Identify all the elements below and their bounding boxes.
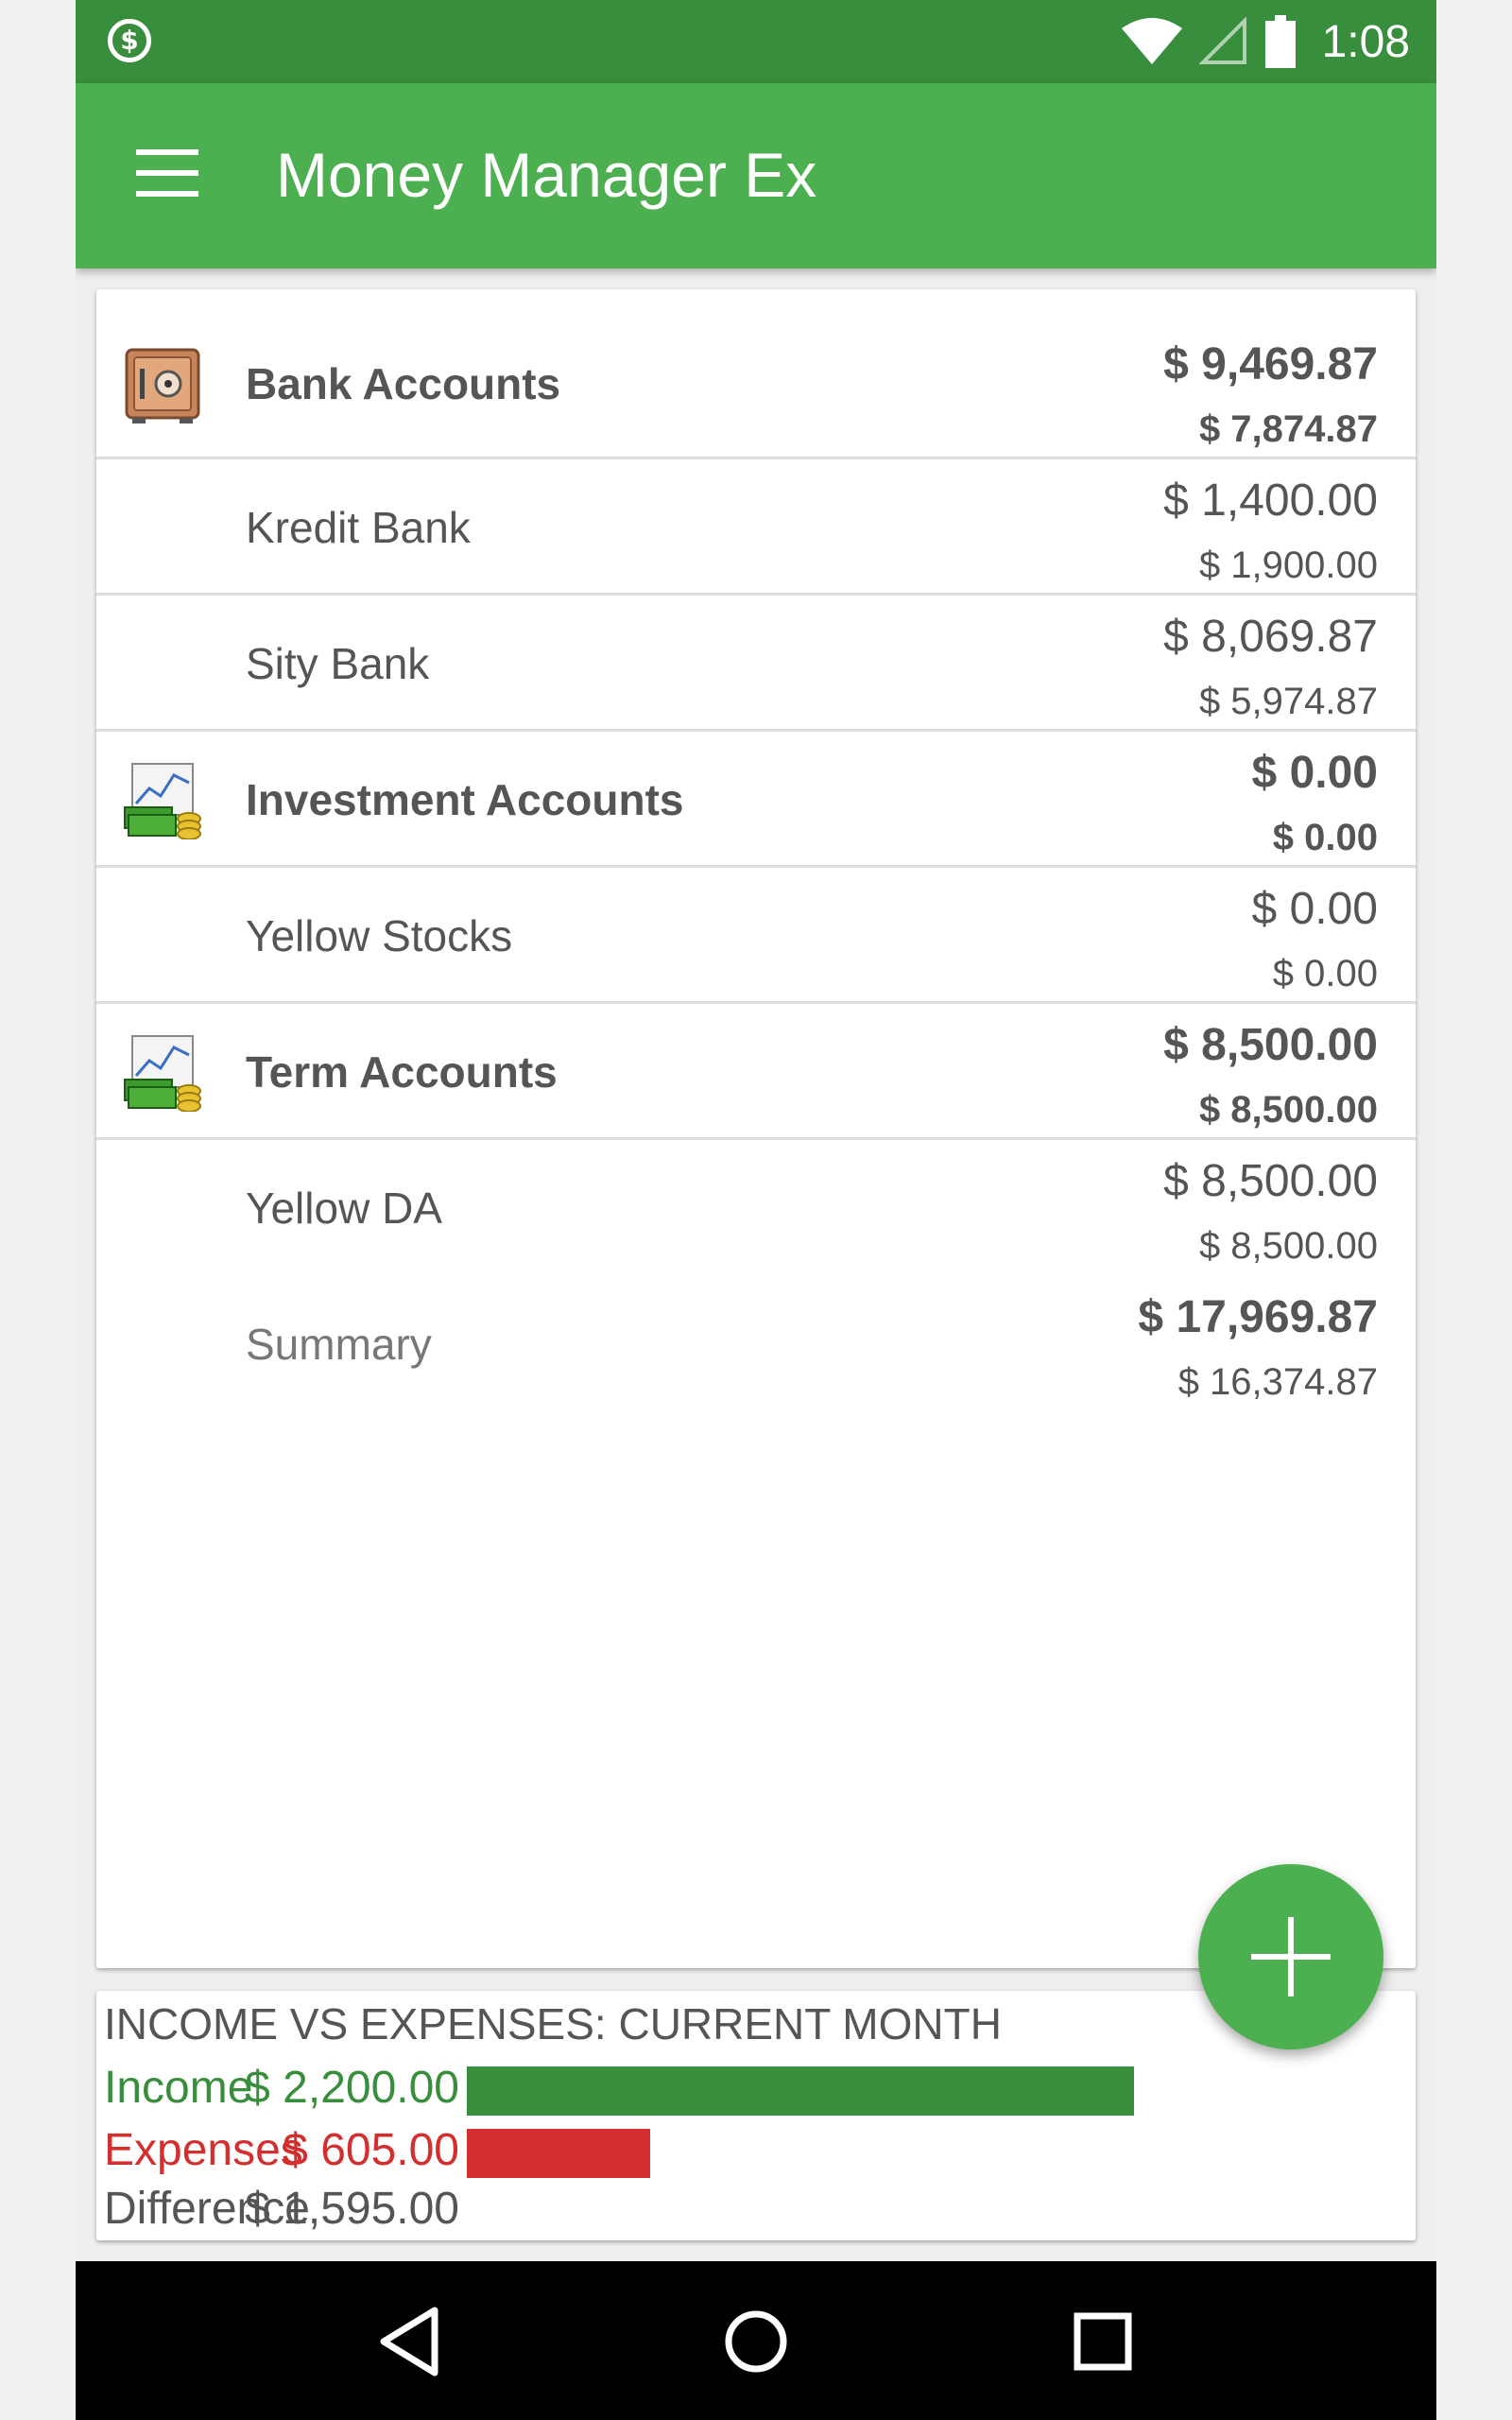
status-indicators: 1:08 xyxy=(1121,0,1410,83)
account-label: Yellow DA xyxy=(246,1184,442,1233)
account-row-yellow-da[interactable]: Yellow DA $ 8,500.00 $ 8,500.00 xyxy=(96,1140,1416,1276)
app-screen: $ 1:08 Money Manager Ex Bank Accounts $ … xyxy=(76,0,1436,2420)
home-circle-icon[interactable] xyxy=(713,2299,799,2384)
account-group-label: Bank Accounts xyxy=(246,359,561,408)
summary-label: Summary xyxy=(246,1320,432,1369)
dollar-notification-icon: $ xyxy=(108,19,151,62)
back-triangle-icon[interactable] xyxy=(370,2299,455,2384)
account-group-amounts: $ 8,500.00 $ 8,500.00 xyxy=(1163,1015,1378,1144)
summary-row: Summary $ 17,969.87 $ 16,374.87 xyxy=(96,1276,1416,1412)
summary-amounts: $ 17,969.87 $ 16,374.87 xyxy=(1138,1288,1378,1416)
income-label: Income xyxy=(104,2063,253,2113)
investment-chart-icon xyxy=(124,1035,201,1112)
income-value: $ 2,200.00 xyxy=(245,2063,459,2113)
battery-icon xyxy=(1264,15,1296,68)
system-navigation-bar xyxy=(76,2261,1436,2420)
reconciled-amount: $ 0.00 xyxy=(1272,817,1378,858)
investment-chart-icon xyxy=(124,763,201,839)
account-group-amounts: $ 9,469.87 $ 7,874.87 xyxy=(1163,335,1378,463)
account-label: Yellow Stocks xyxy=(246,911,513,960)
account-row-kredit-bank[interactable]: Kredit Bank $ 1,400.00 $ 1,900.00 xyxy=(96,459,1416,596)
account-group-term[interactable]: Term Accounts $ 8,500.00 $ 8,500.00 xyxy=(96,1004,1416,1140)
accounts-card: Bank Accounts $ 9,469.87 $ 7,874.87 Kred… xyxy=(96,289,1416,1968)
reconciled-amount: $ 1,900.00 xyxy=(1198,544,1378,586)
balance-amount: $ 0.00 xyxy=(1251,884,1378,934)
balance-amount: $ 8,069.87 xyxy=(1163,612,1378,662)
account-amounts: $ 8,500.00 $ 8,500.00 xyxy=(1163,1151,1378,1280)
app-title: Money Manager Ex xyxy=(276,140,817,210)
account-row-yellow-stocks[interactable]: Yellow Stocks $ 0.00 $ 0.00 xyxy=(96,868,1416,1004)
expenses-value: $ 605.00 xyxy=(283,2125,459,2175)
income-row: Income $ 2,200.00 xyxy=(104,2057,1408,2119)
add-transaction-button[interactable] xyxy=(1198,1864,1383,2049)
income-bar xyxy=(467,2066,1134,2116)
status-time: 1:08 xyxy=(1321,16,1410,67)
account-group-amounts: $ 0.00 $ 0.00 xyxy=(1252,743,1378,872)
account-group-label: Term Accounts xyxy=(246,1047,558,1097)
account-group-bank[interactable]: Bank Accounts $ 9,469.87 $ 7,874.87 xyxy=(96,289,1416,459)
account-label: Sity Bank xyxy=(246,639,430,688)
safe-icon xyxy=(125,348,200,424)
reconciled-amount: $ 0.00 xyxy=(1272,953,1378,994)
reconciled-amount: $ 8,500.00 xyxy=(1198,1225,1378,1267)
account-amounts: $ 8,069.87 $ 5,974.87 xyxy=(1163,607,1378,735)
balance-amount: $ 9,469.87 xyxy=(1163,339,1378,389)
wifi-icon xyxy=(1121,18,1182,64)
difference-row: Difference $ 1,595.00 xyxy=(104,2178,1408,2240)
plus-icon xyxy=(1251,1917,1331,1996)
account-label: Kredit Bank xyxy=(246,503,471,552)
summary-reconciled-amount: $ 16,374.87 xyxy=(1177,1361,1378,1403)
balance-amount: $ 0.00 xyxy=(1251,748,1378,798)
difference-value: $ 1,595.00 xyxy=(245,2184,459,2234)
balance-amount: $ 1,400.00 xyxy=(1163,475,1378,526)
reconciled-amount: $ 5,974.87 xyxy=(1198,681,1378,722)
balance-amount: $ 8,500.00 xyxy=(1163,1020,1378,1070)
reconciled-amount: $ 8,500.00 xyxy=(1198,1089,1378,1131)
balance-amount: $ 8,500.00 xyxy=(1163,1156,1378,1206)
app-toolbar: Money Manager Ex xyxy=(76,83,1436,268)
account-amounts: $ 1,400.00 $ 1,900.00 xyxy=(1163,471,1378,599)
expenses-label: Expenses xyxy=(104,2125,303,2175)
account-group-investment[interactable]: Investment Accounts $ 0.00 $ 0.00 xyxy=(96,732,1416,868)
summary-balance-amount: $ 17,969.87 xyxy=(1138,1292,1378,1342)
account-group-label: Investment Accounts xyxy=(246,775,684,824)
account-row-sity-bank[interactable]: Sity Bank $ 8,069.87 $ 5,974.87 xyxy=(96,596,1416,732)
expenses-bar xyxy=(467,2129,650,2178)
chart-title: INCOME VS EXPENSES: CURRENT MONTH xyxy=(104,1999,1002,2048)
status-bar: $ 1:08 xyxy=(76,0,1436,83)
recents-square-icon[interactable] xyxy=(1060,2299,1145,2384)
hamburger-menu-icon[interactable] xyxy=(136,149,198,197)
expenses-row: Expenses $ 605.00 xyxy=(104,2119,1408,2182)
reconciled-amount: $ 7,874.87 xyxy=(1198,408,1378,450)
account-amounts: $ 0.00 $ 0.00 xyxy=(1252,879,1378,1008)
cell-signal-icon xyxy=(1198,17,1246,64)
